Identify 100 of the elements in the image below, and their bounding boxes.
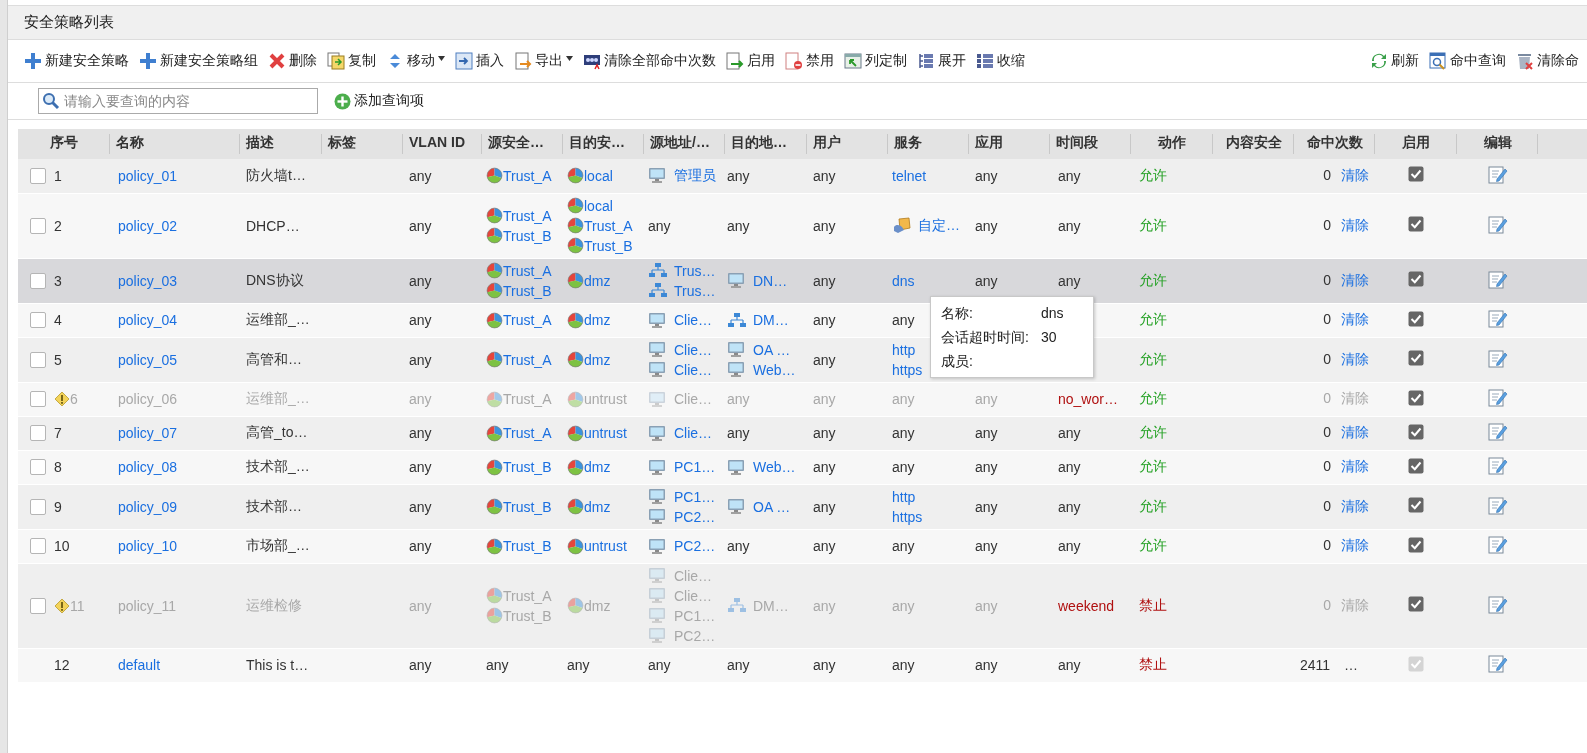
- cell-link[interactable]: DM…: [753, 312, 789, 328]
- cell-link[interactable]: local: [584, 197, 613, 214]
- edit-icon[interactable]: [1487, 269, 1508, 289]
- cell-link[interactable]: Trust_A: [503, 425, 552, 441]
- policy-link[interactable]: policy_01: [118, 167, 178, 184]
- toolbar-button[interactable]: 禁用: [785, 52, 834, 70]
- cell-link[interactable]: Clie…: [674, 361, 713, 378]
- table-row[interactable]: 9 policy_09 技术部… any Trust_B dmz PC1… PC2… OA … any http https any any 允许 0 清除: [18, 484, 1587, 529]
- cell-link[interactable]: untrust: [584, 538, 627, 554]
- enable-checkbox[interactable]: [1408, 536, 1424, 553]
- cell-link[interactable]: OA …: [753, 341, 791, 358]
- policy-link[interactable]: policy_02: [118, 217, 178, 234]
- toolbar-button[interactable]: 列定制: [844, 52, 907, 70]
- enable-checkbox[interactable]: [1408, 271, 1424, 287]
- cell-link[interactable]: telnet: [892, 167, 927, 184]
- cell-link[interactable]: Trust_A: [584, 217, 633, 234]
- policy-link[interactable]: default: [118, 657, 161, 673]
- clear-link[interactable]: 清除: [1341, 216, 1369, 233]
- cell-link[interactable]: dmz: [584, 312, 611, 328]
- cell-link[interactable]: PC2…: [674, 538, 716, 554]
- row-checkbox[interactable]: [30, 538, 46, 554]
- cell-link[interactable]: dmz: [584, 498, 611, 515]
- toolbar-button[interactable]: 插入: [455, 52, 504, 70]
- cell-link[interactable]: OA …: [753, 498, 791, 515]
- toolbar-button[interactable]: 命中查询: [1429, 52, 1506, 70]
- policy-link[interactable]: policy_08: [118, 459, 178, 475]
- edit-icon[interactable]: [1487, 309, 1508, 328]
- edit-icon[interactable]: [1487, 214, 1508, 234]
- policy-link[interactable]: policy_04: [118, 312, 178, 328]
- clear-link[interactable]: 清除: [1341, 166, 1369, 183]
- cell-link[interactable]: Web…: [753, 459, 796, 475]
- policy-link[interactable]: policy_03: [118, 272, 178, 289]
- enable-checkbox[interactable]: [1408, 497, 1424, 513]
- row-checkbox[interactable]: [30, 498, 46, 515]
- toolbar-button[interactable]: 收缩: [976, 52, 1025, 70]
- enable-checkbox[interactable]: [1408, 166, 1424, 183]
- cell-link[interactable]: http: [892, 488, 916, 505]
- cell-link[interactable]: dmz: [584, 272, 611, 289]
- edit-icon[interactable]: [1487, 535, 1508, 554]
- row-checkbox[interactable]: [30, 459, 46, 475]
- enable-checkbox[interactable]: [1408, 655, 1424, 672]
- enable-checkbox[interactable]: [1408, 457, 1424, 474]
- toolbar-button[interactable]: 刷新: [1370, 52, 1419, 70]
- cell-link[interactable]: Trust_A: [503, 312, 552, 328]
- clear-link[interactable]: 清除: [1341, 458, 1369, 474]
- toolbar-button[interactable]: 清除全部命中次数: [583, 52, 716, 70]
- row-checkbox[interactable]: [30, 312, 46, 328]
- cell-link[interactable]: Trus…: [674, 282, 716, 299]
- clear-link[interactable]: 清除: [1341, 424, 1369, 440]
- table-row[interactable]: 12 default This is t… any any any any any any any any any 禁止 2411 …: [18, 648, 1587, 682]
- cell-link[interactable]: 管理员: [674, 166, 716, 185]
- toolbar-button[interactable]: 启用: [726, 52, 775, 70]
- edit-icon[interactable]: [1487, 456, 1508, 475]
- row-checkbox[interactable]: [30, 217, 46, 234]
- row-checkbox[interactable]: [30, 351, 46, 368]
- toolbar-button[interactable]: 新建安全策略: [24, 52, 129, 70]
- add-query-button[interactable]: 添加查询项: [334, 92, 424, 110]
- clear-link[interactable]: 清除: [1341, 537, 1369, 553]
- cell-link[interactable]: 自定…: [918, 216, 960, 235]
- cell-link[interactable]: untrust: [584, 425, 627, 441]
- edit-icon[interactable]: [1487, 422, 1508, 441]
- cell-link[interactable]: Web…: [753, 361, 796, 378]
- cell-link[interactable]: https: [892, 361, 923, 378]
- cell-link[interactable]: dmz: [584, 459, 611, 475]
- row-checkbox[interactable]: [30, 425, 46, 441]
- clear-link[interactable]: 清除: [1341, 311, 1369, 327]
- search-field[interactable]: 请输入要查询的内容: [38, 88, 318, 114]
- row-checkbox[interactable]: [30, 167, 46, 184]
- enable-checkbox[interactable]: [1408, 310, 1424, 327]
- cell-link[interactable]: Trust_B: [503, 538, 552, 554]
- edit-icon[interactable]: [1487, 348, 1508, 368]
- cell-link[interactable]: PC2…: [674, 508, 716, 525]
- cell-link[interactable]: Trust_B: [503, 459, 552, 475]
- clear-link[interactable]: 清除: [1341, 271, 1369, 288]
- cell-link[interactable]: Clie…: [674, 341, 713, 358]
- cell-link[interactable]: https: [892, 508, 923, 525]
- edit-icon[interactable]: [1487, 654, 1508, 673]
- toolbar-button[interactable]: 展开: [917, 52, 966, 70]
- edit-icon[interactable]: [1487, 495, 1508, 515]
- cell-link[interactable]: DN…: [753, 272, 788, 289]
- table-row[interactable]: 10 policy_10 市场部_… any Trust_B untrust PC2… any any any any any 允许 0 清除: [18, 529, 1587, 563]
- cell-link[interactable]: dns: [892, 272, 915, 289]
- cell-link[interactable]: Clie…: [674, 312, 713, 328]
- enable-checkbox[interactable]: [1408, 423, 1424, 440]
- cell-link[interactable]: Clie…: [674, 425, 713, 441]
- toolbar-button[interactable]: 删除: [268, 52, 317, 70]
- toolbar-button[interactable]: 复制: [327, 52, 376, 70]
- cell-link[interactable]: PC1…: [674, 459, 716, 475]
- policy-link[interactable]: policy_09: [118, 498, 178, 515]
- cell-link[interactable]: Trust_A: [503, 262, 552, 279]
- clear-link[interactable]: 清除: [1341, 350, 1369, 367]
- toolbar-button[interactable]: 导出: [514, 52, 573, 70]
- cell-link[interactable]: Trus…: [674, 262, 716, 279]
- table-row[interactable]: 1 policy_01 防火墙t… any Trust_A local 管理员 any any telnet any any 允许 0 清除: [18, 159, 1587, 193]
- cell-link[interactable]: Trust_B: [503, 227, 552, 244]
- cell-link[interactable]: dmz: [584, 351, 611, 368]
- policy-link[interactable]: policy_07: [118, 425, 178, 441]
- enable-checkbox[interactable]: [1408, 350, 1424, 366]
- cell-link[interactable]: local: [584, 167, 613, 184]
- table-row[interactable]: 2 policy_02 DHCP… any Trust_A Trust_B local Trust_A Trust_B any any any 自定… any any 允许 0 清除: [18, 193, 1587, 258]
